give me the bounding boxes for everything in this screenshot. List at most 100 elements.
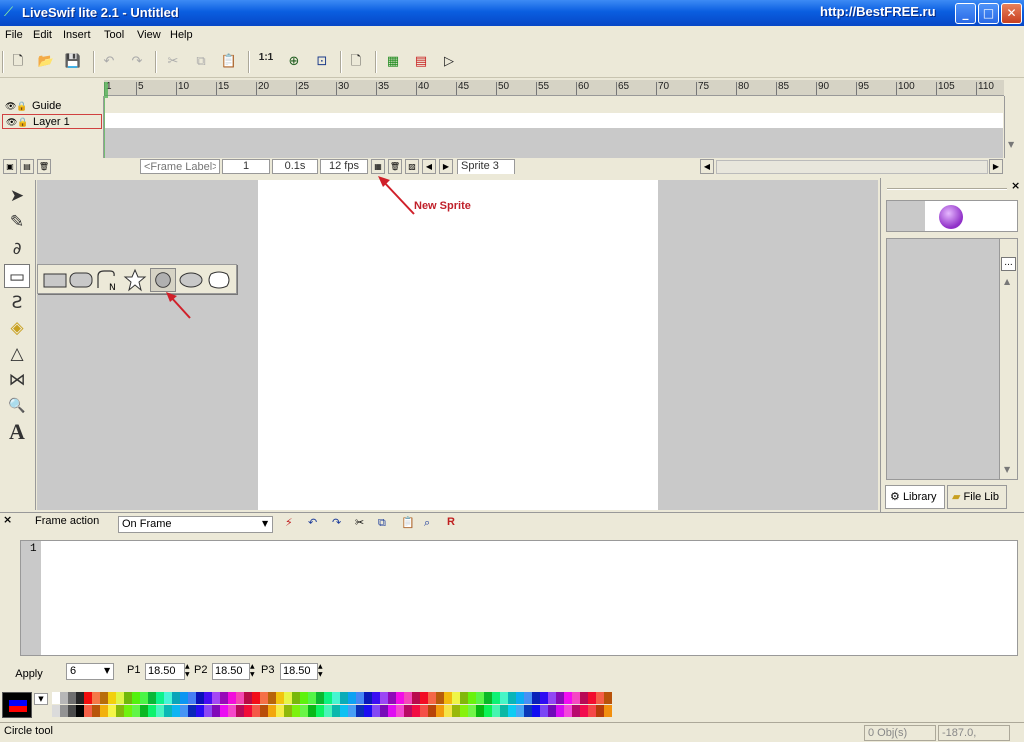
next-sprite-icon[interactable]: ▶ [439, 159, 453, 174]
color-swatch[interactable] [524, 692, 532, 704]
color-swatch[interactable] [84, 705, 92, 717]
save-icon[interactable]: 💾 [63, 52, 83, 72]
chevron-down-icon[interactable]: ▼ [262, 519, 268, 528]
transform-icon[interactable]: △ [4, 342, 30, 366]
color-swatch[interactable] [236, 705, 244, 717]
color-swatch[interactable] [196, 705, 204, 717]
color-swatch[interactable] [388, 692, 396, 704]
color-swatch[interactable] [244, 705, 252, 717]
color-swatch[interactable] [308, 705, 316, 717]
close-button[interactable]: ✕ [1001, 3, 1022, 24]
color-swatch[interactable] [420, 692, 428, 704]
color-swatch[interactable] [228, 692, 236, 704]
color-swatch[interactable] [116, 705, 124, 717]
replace-icon[interactable]: R [447, 516, 455, 528]
color-swatch[interactable] [108, 692, 116, 704]
color-swatch[interactable] [380, 692, 388, 704]
color-swatch[interactable] [348, 705, 356, 717]
color-swatch[interactable] [516, 692, 524, 704]
color-swatch[interactable] [596, 705, 604, 717]
color-swatch[interactable] [436, 705, 444, 717]
color-swatch[interactable] [316, 705, 324, 717]
zoom-tool-icon[interactable]: 🔍 [4, 394, 30, 418]
color-swatch[interactable] [132, 692, 140, 704]
page-icon[interactable]: 🗋 [346, 52, 366, 72]
chevron-down-icon[interactable]: ▼ [104, 666, 110, 675]
color-swatch[interactable] [76, 692, 84, 704]
close-panel-icon[interactable]: × [3, 513, 12, 526]
zoom-in-icon[interactable]: ⊕ [284, 52, 304, 72]
color-swatch[interactable] [220, 705, 228, 717]
export-swf-icon[interactable]: ▤ [411, 52, 431, 72]
color-swatch[interactable] [60, 705, 68, 717]
menu-insert[interactable]: Insert [63, 29, 91, 41]
color-swatch[interactable] [348, 692, 356, 704]
color-swatch[interactable] [316, 692, 324, 704]
color-swatch[interactable] [428, 705, 436, 717]
color-swatch[interactable] [140, 705, 148, 717]
color-swatch[interactable] [276, 692, 284, 704]
scroll-right-icon[interactable]: ▶ [989, 159, 1003, 174]
color-swatch[interactable] [252, 705, 260, 717]
color-swatch[interactable] [548, 705, 556, 717]
find-icon[interactable]: ⌕ [424, 516, 430, 530]
close-panel-icon[interactable]: × [1011, 179, 1020, 192]
color-swatch[interactable] [604, 705, 612, 717]
color-swatch[interactable] [260, 705, 268, 717]
color-swatch[interactable] [468, 705, 476, 717]
scroll-up-icon[interactable]: ▲ [1004, 277, 1010, 286]
more-button[interactable]: ... [1001, 257, 1016, 271]
code-editor[interactable] [20, 540, 1018, 656]
color-swatch[interactable] [548, 692, 556, 704]
color-swatch[interactable] [460, 705, 468, 717]
undo-icon[interactable]: ↶ [308, 516, 317, 529]
p2-spinner-icon[interactable]: ▲ ▼ [250, 663, 258, 680]
color-swatch[interactable] [540, 692, 548, 704]
color-swatch[interactable] [380, 705, 388, 717]
color-swatch[interactable] [108, 705, 116, 717]
cut-icon[interactable]: ✂ [163, 52, 183, 72]
palette-swatches[interactable] [52, 692, 612, 718]
tab-library[interactable]: ⚙ Library [885, 485, 945, 509]
color-swatch[interactable] [364, 692, 372, 704]
blob-shape-icon[interactable] [206, 268, 232, 292]
color-swatch[interactable] [76, 705, 84, 717]
color-swatch[interactable] [68, 705, 76, 717]
color-swatch[interactable] [268, 705, 276, 717]
color-swatch[interactable] [508, 705, 516, 717]
color-swatch[interactable] [388, 705, 396, 717]
color-swatch[interactable] [212, 692, 220, 704]
color-swatch[interactable] [340, 692, 348, 704]
color-swatch[interactable] [148, 692, 156, 704]
frames-row-guide[interactable] [105, 98, 1003, 113]
color-swatch[interactable] [452, 705, 460, 717]
color-swatch[interactable] [284, 692, 292, 704]
timeline-vscroll[interactable]: ▼ [1004, 96, 1020, 158]
color-swatch[interactable] [452, 692, 460, 704]
color-swatch[interactable] [524, 705, 532, 717]
copy-icon[interactable]: ⧉ [378, 516, 386, 530]
open-folder-icon[interactable]: 📂 [36, 52, 56, 72]
add-layer-icon[interactable]: ▣ [3, 159, 17, 174]
bezier-icon[interactable]: ∂ [4, 237, 30, 261]
color-swatch[interactable] [172, 692, 180, 704]
color-swatch[interactable] [180, 705, 188, 717]
color-swatch[interactable] [332, 705, 340, 717]
color-swatch[interactable] [92, 692, 100, 704]
color-swatch[interactable] [252, 692, 260, 704]
color-swatch[interactable] [412, 705, 420, 717]
color-swatch[interactable] [396, 705, 404, 717]
color-swatch[interactable] [500, 705, 508, 717]
tab-file-lib[interactable]: ▰ File Lib [947, 485, 1007, 509]
timeline-hscroll-track[interactable] [716, 160, 988, 174]
insert-action-icon[interactable]: ⚡ [285, 516, 293, 529]
color-swatch[interactable] [356, 692, 364, 704]
color-swatch[interactable] [276, 705, 284, 717]
count-select[interactable]: 6 ▼ [66, 663, 114, 680]
scroll-down-icon[interactable]: ▼ [1008, 140, 1014, 149]
color-swatch[interactable] [188, 692, 196, 704]
p1-spinner-icon[interactable]: ▲ ▼ [185, 663, 193, 680]
text-tool-icon[interactable]: A [4, 420, 30, 444]
color-swatch[interactable] [204, 705, 212, 717]
new-file-icon[interactable]: 🗋 [8, 52, 28, 72]
